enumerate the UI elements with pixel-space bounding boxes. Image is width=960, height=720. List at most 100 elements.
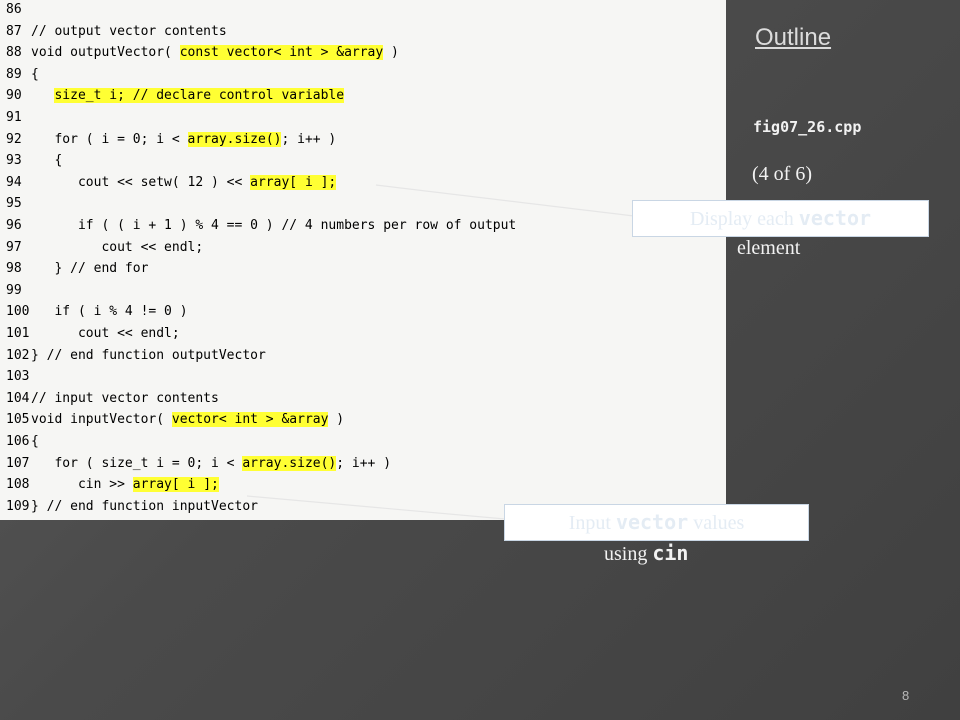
input-callout-tail-code: cin [652, 541, 689, 565]
input-callout-box: Input vector values [504, 504, 809, 541]
code-line: 89 { [0, 64, 39, 86]
page-indicator: (4 of 6) [752, 163, 812, 185]
code-segment: { [31, 153, 63, 169]
code-line: 86 [0, 0, 31, 21]
line-number: 109 [6, 498, 30, 514]
line-number: 88 [6, 45, 22, 61]
line-number: 98 [6, 261, 22, 277]
line-number: 107 [6, 455, 30, 471]
code-segment: for ( size_t i = 0; i < [31, 455, 243, 471]
code-segment: ; i++ ) [281, 131, 337, 147]
code-text: cin >> array[ i ]; [31, 474, 219, 496]
code-segment: } // end for [31, 261, 149, 277]
code-text: cout << setw( 12 ) << array[ i ]; [31, 172, 337, 194]
code-line: 98 } // end for [0, 258, 148, 280]
file-name-label: fig07_26.cpp [753, 118, 862, 136]
line-number: 104 [6, 390, 30, 406]
code-line: 94 cout << setw( 12 ) << array[ i ]; [0, 172, 337, 194]
display-callout-code: vector [798, 206, 872, 230]
line-number: 95 [6, 196, 22, 212]
input-callout-tail: using cin [604, 541, 688, 566]
code-text: } // end function inputVector [31, 496, 258, 518]
code-line: 96 if ( ( i + 1 ) % 4 == 0 ) // 4 number… [0, 215, 516, 237]
code-text: size_t i; // declare control variable [31, 85, 345, 107]
highlighted-code-segment: size_t i; // declare control variable [54, 88, 345, 104]
line-number: 96 [6, 218, 22, 233]
code-line: 93 { [0, 150, 62, 172]
code-segment: cout << setw( 12 ) << [31, 174, 251, 190]
code-line: 95 [0, 193, 31, 215]
code-text: } // end function outputVector [31, 345, 266, 367]
highlighted-code-segment: array[ i ]; [132, 477, 219, 493]
input-callout-tail-text: using [604, 543, 653, 565]
code-text: for ( i = 0; i < array.size(); i++ ) [31, 129, 336, 151]
code-segment: void inputVector( [31, 412, 172, 428]
line-number: 106 [6, 434, 30, 449]
code-text: // input vector contents [31, 388, 219, 410]
code-segment: ) [383, 45, 399, 61]
code-segment: { [31, 434, 39, 449]
code-line: 108 cin >> array[ i ]; [0, 474, 219, 496]
code-segment: void outputVector( [31, 45, 180, 61]
code-line: 106{ [0, 431, 39, 453]
line-number: 105 [6, 412, 30, 428]
display-callout-box: Display each vector [632, 200, 929, 237]
outline-link[interactable]: Outline [755, 24, 831, 52]
code-line: 91 [0, 107, 31, 129]
code-text: void inputVector( vector< int > &array ) [31, 409, 344, 431]
code-line: 97 cout << endl; [0, 237, 203, 259]
code-segment: // output vector contents [31, 23, 227, 39]
highlighted-code-segment: array.size() [187, 131, 282, 147]
display-callout-tail-text: element [737, 237, 801, 259]
code-segment: cout << endl; [31, 239, 204, 255]
code-segment: { [31, 66, 39, 82]
line-number: 100 [6, 304, 30, 320]
line-number: 97 [6, 239, 22, 255]
code-text: if ( i % 4 != 0 ) [31, 301, 188, 323]
code-listing-panel: 86 87 // output vector contents 88 void outp… [0, 0, 726, 520]
code-line: 105 void inputVector( vector< int > &arra… [0, 409, 344, 431]
code-line: 107 for ( size_t i = 0; i < array.size()… [0, 453, 391, 475]
line-number: 86 [6, 2, 22, 17]
code-line: 102} // end function outputVector [0, 345, 266, 367]
code-segment: if ( ( i + 1 ) % 4 == 0 ) // 4 numbers p… [31, 218, 517, 233]
line-number: 89 [6, 66, 22, 82]
code-line: 92 for ( i = 0; i < array.size(); i++ ) [0, 129, 336, 151]
line-number: 92 [6, 131, 22, 147]
line-number: 103 [6, 369, 30, 385]
code-line: 88 void outputVector( const vector< int >… [0, 42, 399, 64]
code-text: for ( size_t i = 0; i < array.size(); i+… [31, 453, 391, 475]
code-segment: } // end function outputVector [31, 347, 266, 363]
code-line: 104// input vector contents [0, 388, 219, 410]
code-segment: ) [328, 412, 345, 428]
code-line: 90 size_t i; // declare control variable [0, 85, 345, 107]
code-text: } // end for [31, 258, 148, 280]
slide-number: 8 [902, 688, 910, 703]
code-text: cout << endl; [31, 237, 203, 259]
line-number: 93 [6, 153, 22, 169]
code-text: { [31, 150, 62, 172]
code-segment: ; i++ ) [336, 455, 392, 471]
line-number: 108 [6, 477, 30, 493]
code-segment: if ( i % 4 != 0 ) [31, 304, 188, 320]
code-segment: cout << endl; [31, 326, 180, 341]
display-callout-text: Display each [689, 208, 799, 230]
line-number: 91 [6, 110, 22, 125]
input-callout-code: vector [615, 510, 689, 534]
code-line: 101 cout << endl; [0, 323, 180, 345]
highlighted-code-segment: const vector< int > &array [179, 45, 384, 61]
code-text: if ( ( i + 1 ) % 4 == 0 ) // 4 numbers p… [31, 215, 516, 237]
line-number: 94 [6, 174, 22, 190]
code-line: 109} // end function inputVector [0, 496, 258, 518]
code-text: { [31, 431, 39, 453]
input-callout-text: Input [568, 512, 616, 534]
code-text: { [31, 64, 39, 86]
code-text: cout << endl; [31, 323, 180, 345]
line-number: 99 [6, 282, 22, 298]
code-line: 103 [0, 366, 31, 388]
code-segment: for ( i = 0; i < [31, 131, 188, 147]
highlighted-code-segment: vector< int > &array [171, 412, 329, 428]
code-text: // output vector contents [31, 21, 227, 43]
code-line: 100 if ( i % 4 != 0 ) [0, 301, 188, 323]
